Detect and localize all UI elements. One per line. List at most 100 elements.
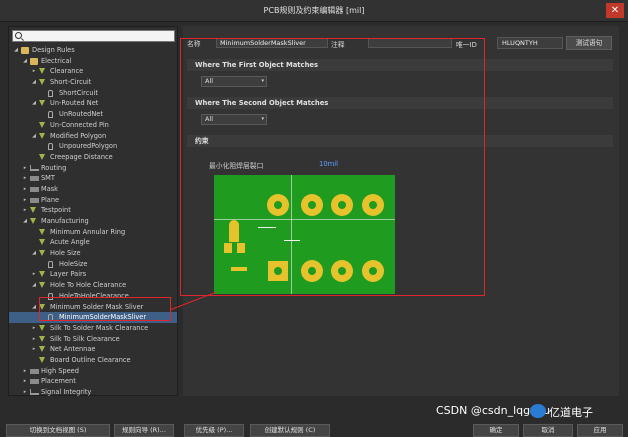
tree-item[interactable]: ▸ Net Antennae [9,344,177,355]
leaf-icon [48,89,53,97]
test-query-button[interactable]: 测试语句 [566,36,612,50]
expand-arrow-icon[interactable]: ◢ [31,98,37,109]
expand-arrow-icon[interactable]: ▸ [31,269,37,280]
expand-arrow-icon[interactable]: ▸ [22,205,28,216]
tree-item[interactable]: ▸ Mask [9,184,177,195]
tree-item-label: Board Outline Clearance [50,355,131,364]
rule-icon [39,335,45,342]
tree-item[interactable]: UnpouredPolygon [9,141,177,152]
expand-arrow-icon[interactable]: ◢ [13,45,19,56]
tree-item-label: Un-Connected Pin [50,120,109,129]
expand-arrow-icon[interactable]: ▸ [22,387,28,398]
tree-item-label: Acute Angle [50,238,90,247]
tree-item-label: Electrical [41,56,72,65]
tree-item[interactable]: ▸ Testpoint [9,205,177,216]
tree-item[interactable]: ▸ Plane [9,195,177,206]
tree-item-label: Creepage Distance [50,152,113,161]
tree-item-label: Mask [41,184,58,193]
close-icon[interactable]: ✕ [606,3,624,18]
expand-arrow-icon[interactable]: ◢ [31,77,37,88]
leaf-icon [48,260,53,268]
tree-item[interactable]: ▸ SMT [9,173,177,184]
tree-item-label: Hole To Hole Clearance [50,281,127,290]
tree-item[interactable]: ◢ Electrical [9,56,177,67]
tree-item[interactable]: Creepage Distance [9,152,177,163]
expand-arrow-icon[interactable]: ▸ [31,323,37,334]
switch-to-document-view-button[interactable]: 切换到文档视图 (S) [6,424,110,437]
rule-icon [39,68,45,75]
rule-icon [39,250,45,257]
expand-arrow-icon[interactable]: ◢ [22,56,28,67]
expand-arrow-icon[interactable]: ◢ [31,248,37,259]
expand-arrow-icon[interactable]: ▸ [22,184,28,195]
tree-item[interactable]: ▸ High Speed [9,366,177,377]
rule-icon [39,79,45,86]
rule-editor-window: PCB规则及约束编辑器 [mil] ✕ ◢ Design Rules ◢ Electr… [0,0,628,437]
tree-item-label: ShortCircuit [59,88,98,97]
gray-icon [30,368,39,374]
highlight-box-tree-item [39,297,171,321]
tree-item[interactable]: ▸ Clearance [9,66,177,77]
tree-item[interactable]: ◢ Manufacturing [9,216,177,227]
expand-arrow-icon[interactable]: ▸ [22,195,28,206]
tree-item[interactable]: ▸ Routing [9,163,177,174]
expand-arrow-icon[interactable]: ◢ [31,280,37,291]
tree-item[interactable]: ◢ Hole Size [9,248,177,259]
tree-item[interactable]: ◢ Un-Routed Net [9,98,177,109]
expand-arrow-icon[interactable]: ◢ [22,216,28,227]
expand-arrow-icon[interactable]: ▸ [31,66,37,77]
tree-item[interactable]: ▸ Placement [9,376,177,387]
tree-item[interactable]: ▸ Silk To Solder Mask Clearance [9,323,177,334]
expand-arrow-icon[interactable]: ▸ [31,334,37,345]
tree-item-label: Design Rules [32,46,75,54]
search-icon [15,32,22,39]
rule-icon [39,356,45,363]
ok-button[interactable]: 确定 [473,424,519,437]
tree-item-label: UnRoutedNet [59,110,103,119]
tree-item[interactable]: ▸ Silk To Silk Clearance [9,334,177,345]
expand-arrow-icon[interactable]: ▸ [22,163,28,174]
tree-item[interactable]: ◢ Modified Polygon [9,131,177,142]
expand-arrow-icon[interactable]: ▸ [22,173,28,184]
tree-item[interactable]: UnRoutedNet [9,109,177,120]
rule-icon [39,239,45,246]
cancel-button[interactable]: 取消 [523,424,573,437]
unique-id-field[interactable]: HLUQNTYH [497,37,563,49]
tree-item-label: Hole Size [50,249,81,258]
folder-icon [21,47,29,54]
tree-item[interactable]: ◢ Hole To Hole Clearance [9,280,177,291]
tree-item[interactable]: Un-Connected Pin [9,120,177,131]
highlight-box-editor [180,38,485,296]
tree-item[interactable]: ◢ Short-Circuit [9,77,177,88]
tree-item[interactable]: ◢ Design Rules [9,45,177,56]
tree-item-label: Testpoint [41,206,71,215]
rules-tree: ◢ Design Rules ◢ Electrical ▸ Clearance ◢ Short… [9,45,177,398]
expand-arrow-icon[interactable]: ◢ [31,302,37,313]
tree-item[interactable]: Minimum Annular Ring [9,227,177,238]
tree-item[interactable]: ▸ Signal Integrity [9,387,177,398]
rule-icon [30,207,36,214]
tree-item-label: HoleSize [59,259,88,268]
expand-arrow-icon[interactable]: ▸ [22,366,28,377]
tree-item-label: UnpouredPolygon [59,142,118,151]
gray-icon [30,379,39,385]
tree-item[interactable]: Acute Angle [9,237,177,248]
window-title: PCB规则及约束编辑器 [mil] [263,6,365,15]
leaf-icon [48,143,53,151]
tree-item[interactable]: ShortCircuit [9,88,177,99]
apply-button[interactable]: 应用 [577,424,623,437]
watermark-logo-icon [530,404,546,418]
tree-item-label: Net Antennae [50,345,96,354]
priority-button[interactable]: 优先级 (P)... [184,424,244,437]
create-default-rules-button[interactable]: 创建默认规则 (C) [250,424,330,437]
expand-arrow-icon[interactable]: ◢ [31,131,37,142]
expand-arrow-icon[interactable]: ▸ [22,376,28,387]
tree-item[interactable]: HoleSize [9,259,177,270]
tree-item[interactable]: Board Outline Clearance [9,355,177,366]
rule-wizard-button[interactable]: 规则向导 (R)... [114,424,174,437]
tree-item[interactable]: ▸ Layer Pairs [9,269,177,280]
expand-arrow-icon[interactable]: ▸ [31,344,37,355]
rule-icon [39,100,45,107]
rule-icon [39,153,45,160]
search-input[interactable] [12,30,175,42]
